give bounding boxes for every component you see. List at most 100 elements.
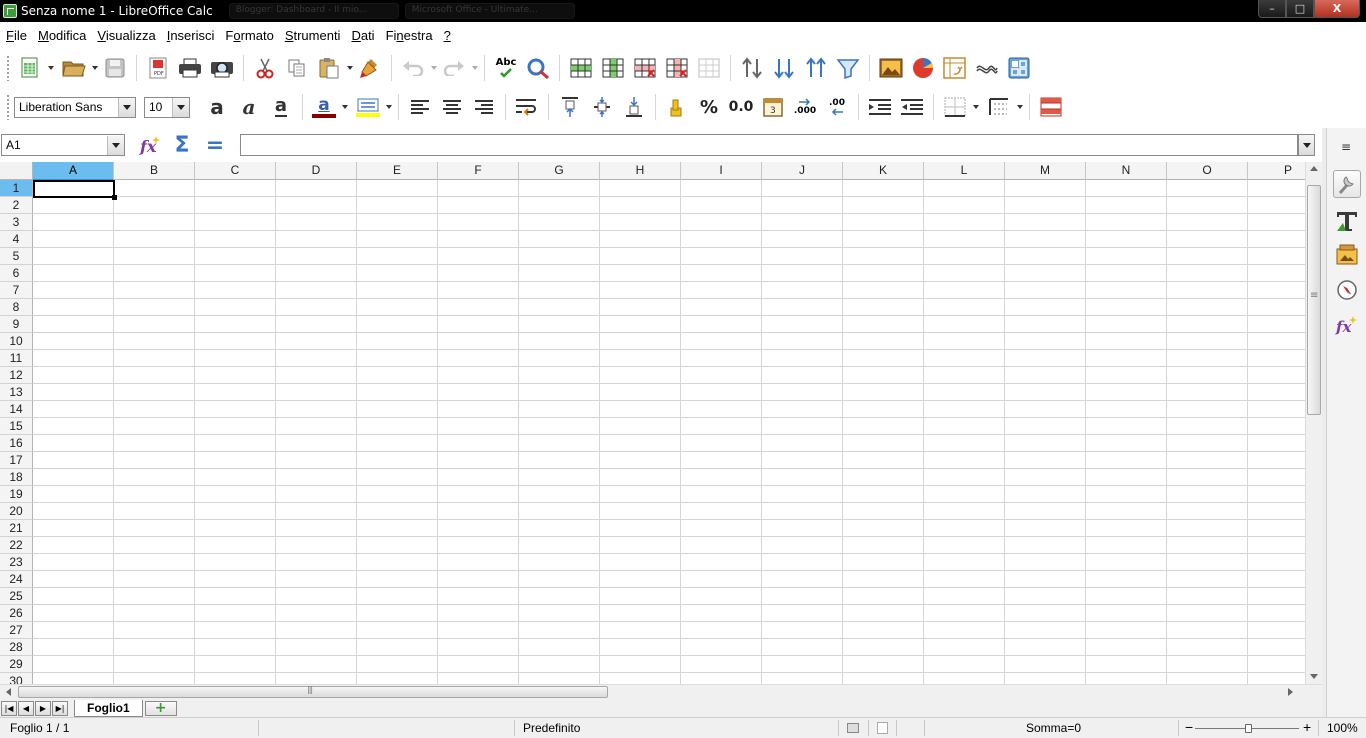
row-header-12[interactable]: 12 <box>0 367 33 384</box>
number-format-icon[interactable]: 0.0 <box>726 92 756 122</box>
minimize-button[interactable]: – <box>1258 0 1286 18</box>
column-header-h[interactable]: H <box>600 162 681 180</box>
zoom-out-button[interactable]: − <box>1185 719 1193 735</box>
sheet-tab-foglio1[interactable]: Foglio1 <box>74 699 143 717</box>
column-header-m[interactable]: M <box>1005 162 1086 180</box>
row-header-11[interactable]: 11 <box>0 350 33 367</box>
close-button[interactable]: X <box>1314 0 1360 18</box>
italic-icon[interactable]: a <box>234 92 264 122</box>
row-header-23[interactable]: 23 <box>0 554 33 571</box>
horizontal-scroll-thumb[interactable] <box>18 685 608 698</box>
row-header-17[interactable]: 17 <box>0 452 33 469</box>
vertical-scrollbar[interactable] <box>1305 162 1322 684</box>
scroll-left-arrow[interactable] <box>6 688 11 696</box>
delete-columns-icon[interactable] <box>662 53 692 83</box>
column-header-p[interactable]: P <box>1248 162 1305 180</box>
row-header-7[interactable]: 7 <box>0 282 33 299</box>
menu-file[interactable]: File <box>6 28 33 43</box>
border-style-dropdown-arrow[interactable] <box>1015 92 1024 122</box>
menu-visualizza[interactable]: Visualizza <box>97 28 161 43</box>
next-sheet-button[interactable]: ▶ <box>35 700 51 716</box>
row-header-19[interactable]: 19 <box>0 486 33 503</box>
spreadsheet-grid[interactable]: ABCDEFGHIJKLMNOP 1 2 3 4 5 6 7 8 9 10 11 12 13 14 15 16… <box>0 162 1305 684</box>
column-header-e[interactable]: E <box>357 162 438 180</box>
row-header-9[interactable]: 9 <box>0 316 33 333</box>
insert-chart-icon[interactable] <box>908 53 938 83</box>
function-wizard-icon[interactable]: fx <box>136 132 164 158</box>
vertical-scroll-thumb[interactable] <box>1307 185 1321 415</box>
new-document-icon[interactable] <box>15 53 45 83</box>
maximize-button[interactable]: □ <box>1286 0 1314 18</box>
font-size-combobox[interactable]: 10 <box>144 96 190 118</box>
column-header-n[interactable]: N <box>1086 162 1167 180</box>
insert-rows-icon[interactable] <box>566 53 596 83</box>
font-size-dropdown-arrow[interactable] <box>172 97 189 117</box>
align-left-icon[interactable] <box>405 92 435 122</box>
formula-equals-icon[interactable]: = <box>201 132 229 158</box>
insert-columns-icon[interactable] <box>598 53 628 83</box>
row-header-26[interactable]: 26 <box>0 605 33 622</box>
copy-icon[interactable] <box>282 53 312 83</box>
bold-icon[interactable]: a <box>202 92 232 122</box>
row-header-29[interactable]: 29 <box>0 656 33 673</box>
sort-icon[interactable] <box>737 53 767 83</box>
scroll-up-arrow[interactable] <box>1310 166 1318 171</box>
scroll-right-arrow[interactable] <box>1288 688 1293 696</box>
delete-rows-icon[interactable] <box>630 53 660 83</box>
column-header-f[interactable]: F <box>438 162 519 180</box>
clone-formatting-icon[interactable] <box>355 53 385 83</box>
font-name-dropdown-arrow[interactable] <box>118 97 135 117</box>
row-header-10[interactable]: 10 <box>0 333 33 350</box>
navigator-icon[interactable] <box>1333 276 1361 304</box>
row-header-3[interactable]: 3 <box>0 214 33 231</box>
autospellcheck-icon[interactable] <box>523 53 553 83</box>
open-folder-icon[interactable] <box>59 53 89 83</box>
selection-mode-icon[interactable] <box>847 723 859 733</box>
row-header-4[interactable]: 4 <box>0 231 33 248</box>
functions-icon[interactable]: fx <box>1333 311 1361 339</box>
merge-cells-icon[interactable] <box>694 53 724 83</box>
align-center-icon[interactable] <box>437 92 467 122</box>
menu-inserisci[interactable]: Inserisci <box>167 28 221 43</box>
select-all-corner[interactable] <box>0 162 33 180</box>
row-header-1[interactable]: 1 <box>0 180 33 197</box>
zoom-slider-knob[interactable] <box>1245 724 1252 733</box>
add-decimal-icon[interactable]: .000 <box>790 92 820 122</box>
column-header-o[interactable]: O <box>1167 162 1248 180</box>
column-header-g[interactable]: G <box>519 162 600 180</box>
insert-image-icon[interactable] <box>876 53 906 83</box>
styles-icon[interactable] <box>1333 206 1361 234</box>
special-character-icon[interactable] <box>972 53 1002 83</box>
background-tab[interactable]: Microsoft Office - Ultimate... <box>404 3 575 19</box>
row-header-30[interactable]: 30 <box>0 673 33 684</box>
sidebar-menu-icon[interactable]: ≡ <box>1341 140 1351 154</box>
borders-icon[interactable] <box>940 92 970 122</box>
font-name-combobox[interactable]: Liberation Sans <box>14 96 136 118</box>
borders-dropdown-arrow[interactable] <box>971 92 980 122</box>
pivot-table-icon[interactable] <box>940 53 970 83</box>
row-header-15[interactable]: 15 <box>0 418 33 435</box>
menu-finestra[interactable]: Finestra <box>386 28 439 43</box>
toolbar-grip[interactable] <box>6 55 10 81</box>
gallery-icon[interactable] <box>1333 241 1361 269</box>
active-cell-cursor[interactable] <box>33 180 117 200</box>
column-header-c[interactable]: C <box>195 162 276 180</box>
paste-dropdown-arrow[interactable] <box>345 53 354 83</box>
column-header-d[interactable]: D <box>276 162 357 180</box>
print-preview-icon[interactable] <box>207 53 237 83</box>
horizontal-scrollbar[interactable] <box>0 684 1322 699</box>
paste-icon[interactable] <box>314 53 344 83</box>
row-header-16[interactable]: 16 <box>0 435 33 452</box>
previous-sheet-button[interactable]: ◀ <box>18 700 34 716</box>
undo-dropdown-arrow[interactable] <box>429 53 438 83</box>
toolbar-grip[interactable] <box>6 94 10 120</box>
border-style-icon[interactable] <box>984 92 1014 122</box>
menu-help[interactable]: ? <box>444 28 457 43</box>
decrease-indent-icon[interactable] <box>897 92 927 122</box>
name-box-dropdown-arrow[interactable] <box>107 135 124 155</box>
zoom-in-button[interactable]: + <box>1303 719 1311 735</box>
align-bottom-icon[interactable] <box>619 92 649 122</box>
underline-icon[interactable]: a <box>266 92 296 122</box>
cut-icon[interactable] <box>250 53 280 83</box>
first-sheet-button[interactable]: |◀ <box>1 700 17 716</box>
